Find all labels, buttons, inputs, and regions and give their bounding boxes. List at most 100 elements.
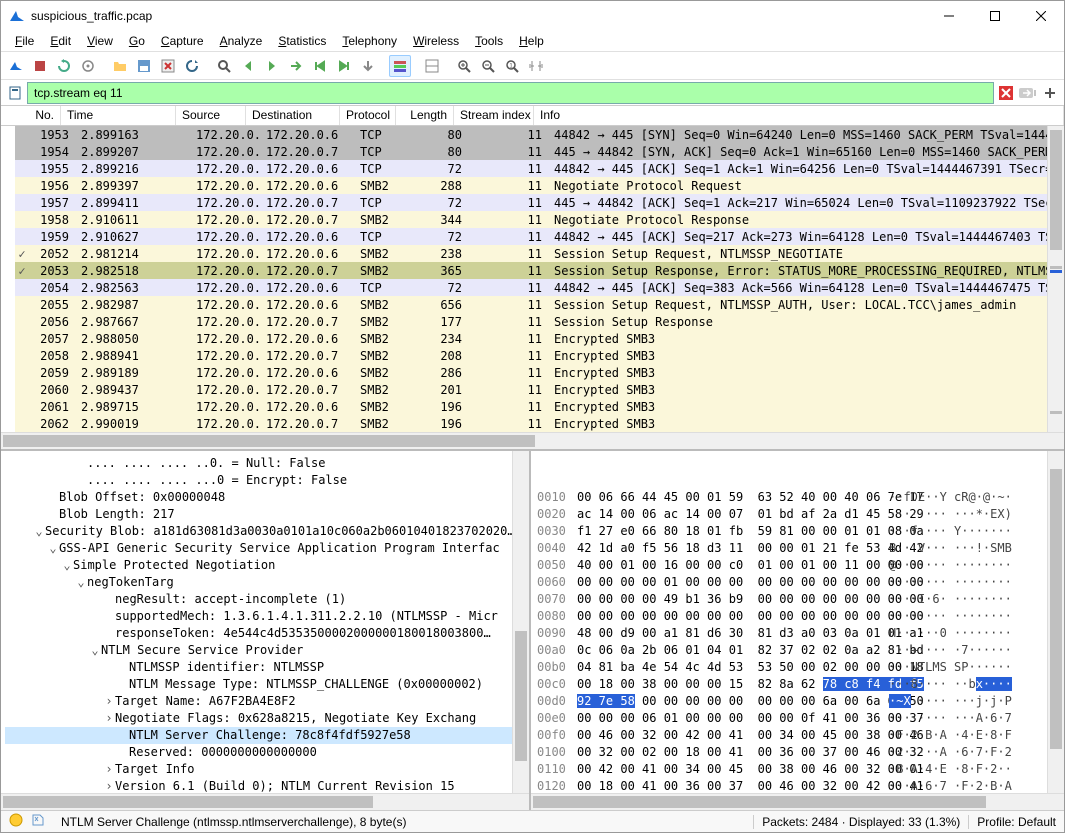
packet-row[interactable]: 19542.899207172.20.0.6172.20.0.7TCP80114… (15, 143, 1064, 160)
details-scrollbar[interactable] (512, 451, 529, 793)
go-to-packet-button[interactable] (285, 55, 307, 77)
packet-row[interactable]: 20582.988941172.20.0.6172.20.0.7SMB22081… (15, 347, 1064, 364)
packet-row[interactable]: 20542.982563172.20.0.7172.20.0.6TCP72114… (15, 279, 1064, 296)
tree-item[interactable]: responseToken: 4e544c4d53535000020000001… (5, 625, 529, 642)
collapse-icon[interactable]: ⌄ (47, 540, 59, 557)
bytes-scrollbar[interactable] (1047, 451, 1064, 793)
hex-row[interactable]: 011000 42 00 41 00 34 00 45 00 38 00 46 … (537, 761, 1058, 778)
zoom-in-button[interactable] (453, 55, 475, 77)
open-file-button[interactable] (109, 55, 131, 77)
go-first-button[interactable] (309, 55, 331, 77)
hex-row[interactable]: 010000 32 00 02 00 18 00 41 00 36 00 37 … (537, 744, 1058, 761)
tree-item[interactable]: supportedMech: 1.3.6.1.4.1.311.2.2.10 (N… (5, 608, 529, 625)
capture-file-icon[interactable] (31, 813, 53, 830)
hex-row[interactable]: 007000 00 00 00 49 b1 36 b9 00 00 00 00 … (537, 591, 1058, 608)
hex-row[interactable]: 00a00c 06 0a 2b 06 01 04 01 82 37 02 02 … (537, 642, 1058, 659)
tree-item[interactable]: ›Target Info (5, 761, 529, 778)
tree-item[interactable]: ›Version 6.1 (Build 0); NTLM Current Rev… (5, 778, 529, 793)
hex-row[interactable]: 00d092 7e 58 00 00 00 00 00 00 00 00 6a … (537, 693, 1058, 710)
hex-row[interactable]: 008000 00 00 00 00 00 00 00 00 00 00 00 … (537, 608, 1058, 625)
menu-go[interactable]: Go (121, 32, 153, 50)
column-header[interactable]: Info (534, 106, 1064, 125)
menu-help[interactable]: Help (511, 32, 552, 50)
tree-item[interactable]: Blob Length: 217 (5, 506, 529, 523)
restart-capture-button[interactable] (53, 55, 75, 77)
go-back-button[interactable] (237, 55, 259, 77)
menu-wireless[interactable]: Wireless (405, 32, 467, 50)
hex-row[interactable]: 00f000 46 00 32 00 42 00 41 00 34 00 45 … (537, 727, 1058, 744)
packet-row[interactable]: 20592.989189172.20.0.7172.20.0.6SMB22861… (15, 364, 1064, 381)
colorize-button[interactable] (389, 55, 411, 77)
menu-telephony[interactable]: Telephony (334, 32, 405, 50)
menu-file[interactable]: File (7, 32, 42, 50)
bytes-hscroll[interactable] (531, 793, 1064, 810)
details-hscroll[interactable] (1, 793, 529, 810)
column-header[interactable]: Source (176, 106, 246, 125)
tree-item[interactable]: ⌄Security Blob: a181d63081d3a0030a0101a1… (5, 523, 529, 540)
close-button[interactable] (1018, 1, 1064, 31)
hex-row[interactable]: 00b004 81 ba 4e 54 4c 4d 53 53 50 00 02 … (537, 659, 1058, 676)
hex-row[interactable]: 012000 18 00 41 00 36 00 37 00 46 00 32 … (537, 778, 1058, 793)
tree-item[interactable]: ⌄negTokenTarg (5, 574, 529, 591)
hex-row[interactable]: 001000 06 66 44 45 00 01 59 63 52 40 00 … (537, 489, 1058, 506)
hex-row[interactable]: 005040 00 01 00 16 00 00 c0 01 00 01 00 … (537, 557, 1058, 574)
expand-icon[interactable]: › (103, 693, 115, 710)
tree-item[interactable]: ⌄Simple Protected Negotiation (5, 557, 529, 574)
reload-button[interactable] (181, 55, 203, 77)
packet-row[interactable]: 20622.990019172.20.0.6172.20.0.7SMB21961… (15, 415, 1064, 432)
packet-row[interactable]: 20552.982987172.20.0.7172.20.0.6SMB26561… (15, 296, 1064, 313)
minimize-button[interactable] (926, 1, 972, 31)
clear-filter-button[interactable] (996, 83, 1016, 103)
capture-options-button[interactable] (77, 55, 99, 77)
packet-row[interactable]: ✓20522.981214172.20.0.7172.20.0.6SMB2238… (15, 245, 1064, 262)
tree-item[interactable]: ⌄GSS-API Generic Security Service Applic… (5, 540, 529, 557)
packet-row[interactable]: ✓20532.982518172.20.0.6172.20.0.7SMB2365… (15, 262, 1064, 279)
auto-scroll-button[interactable] (357, 55, 379, 77)
column-header[interactable]: Stream index (454, 106, 534, 125)
tree-item[interactable]: Reserved: 0000000000000000 (5, 744, 529, 761)
collapse-icon[interactable]: ⌄ (61, 557, 73, 574)
packet-row[interactable]: 19592.910627172.20.0.7172.20.0.6TCP72114… (15, 228, 1064, 245)
tree-item[interactable]: negResult: accept-incomplete (1) (5, 591, 529, 608)
resize-columns-button[interactable] (525, 55, 547, 77)
menu-edit[interactable]: Edit (42, 32, 79, 50)
packet-list-hscroll[interactable] (1, 432, 1064, 449)
packet-row[interactable]: 20572.988050172.20.0.7172.20.0.6SMB22341… (15, 330, 1064, 347)
packet-row[interactable]: 19562.899397172.20.0.7172.20.0.6SMB22881… (15, 177, 1064, 194)
menu-tools[interactable]: Tools (467, 32, 511, 50)
packet-list-body[interactable]: 19532.899163172.20.0.7172.20.0.6TCP80114… (1, 126, 1064, 432)
menu-capture[interactable]: Capture (153, 32, 212, 50)
display-filter-input[interactable] (27, 82, 994, 104)
stop-capture-button[interactable] (29, 55, 51, 77)
status-profile[interactable]: Profile: Default (968, 815, 1064, 829)
zoom-out-button[interactable] (477, 55, 499, 77)
menu-statistics[interactable]: Statistics (270, 32, 334, 50)
bookmark-filter-icon[interactable] (5, 83, 25, 103)
expert-info-icon[interactable] (1, 813, 31, 830)
packet-row[interactable]: 19532.899163172.20.0.7172.20.0.6TCP80114… (15, 126, 1064, 143)
start-capture-button[interactable] (5, 55, 27, 77)
save-file-button[interactable] (133, 55, 155, 77)
column-header[interactable]: Length (396, 106, 454, 125)
hex-row[interactable]: 0020ac 14 00 06 ac 14 00 07 01 bd af 2a … (537, 506, 1058, 523)
menu-analyze[interactable]: Analyze (212, 32, 271, 50)
column-header[interactable]: Destination (246, 106, 340, 125)
packet-row[interactable]: 20612.989715172.20.0.7172.20.0.6SMB21961… (15, 398, 1064, 415)
zoom-reset-button[interactable]: 1 (501, 55, 523, 77)
packet-details-pane[interactable]: .... .... .... ..0. = Null: False .... .… (1, 451, 531, 810)
menu-view[interactable]: View (79, 32, 121, 50)
expand-icon[interactable]: › (103, 761, 115, 778)
collapse-icon[interactable]: ⌄ (75, 574, 87, 591)
tree-item[interactable]: ⌄NTLM Secure Service Provider (5, 642, 529, 659)
find-button[interactable] (213, 55, 235, 77)
tree-item[interactable]: NTLM Server Challenge: 78c8f4fdf5927e58 (5, 727, 529, 744)
packet-bytes-pane[interactable]: 001000 06 66 44 45 00 01 59 63 52 40 00 … (531, 451, 1064, 810)
add-filter-button[interactable] (1040, 83, 1060, 103)
layout-button[interactable] (421, 55, 443, 77)
tree-item[interactable]: .... .... .... ..0. = Null: False (5, 455, 529, 472)
packet-row[interactable]: 19572.899411172.20.0.6172.20.0.7TCP72114… (15, 194, 1064, 211)
packet-list-header[interactable]: No.TimeSourceDestinationProtocolLengthSt… (1, 106, 1064, 126)
packet-row[interactable]: 19552.899216172.20.0.7172.20.0.6TCP72114… (15, 160, 1064, 177)
tree-item[interactable]: NTLM Message Type: NTLMSSP_CHALLENGE (0x… (5, 676, 529, 693)
packet-list-scrollbar[interactable] (1047, 126, 1064, 432)
